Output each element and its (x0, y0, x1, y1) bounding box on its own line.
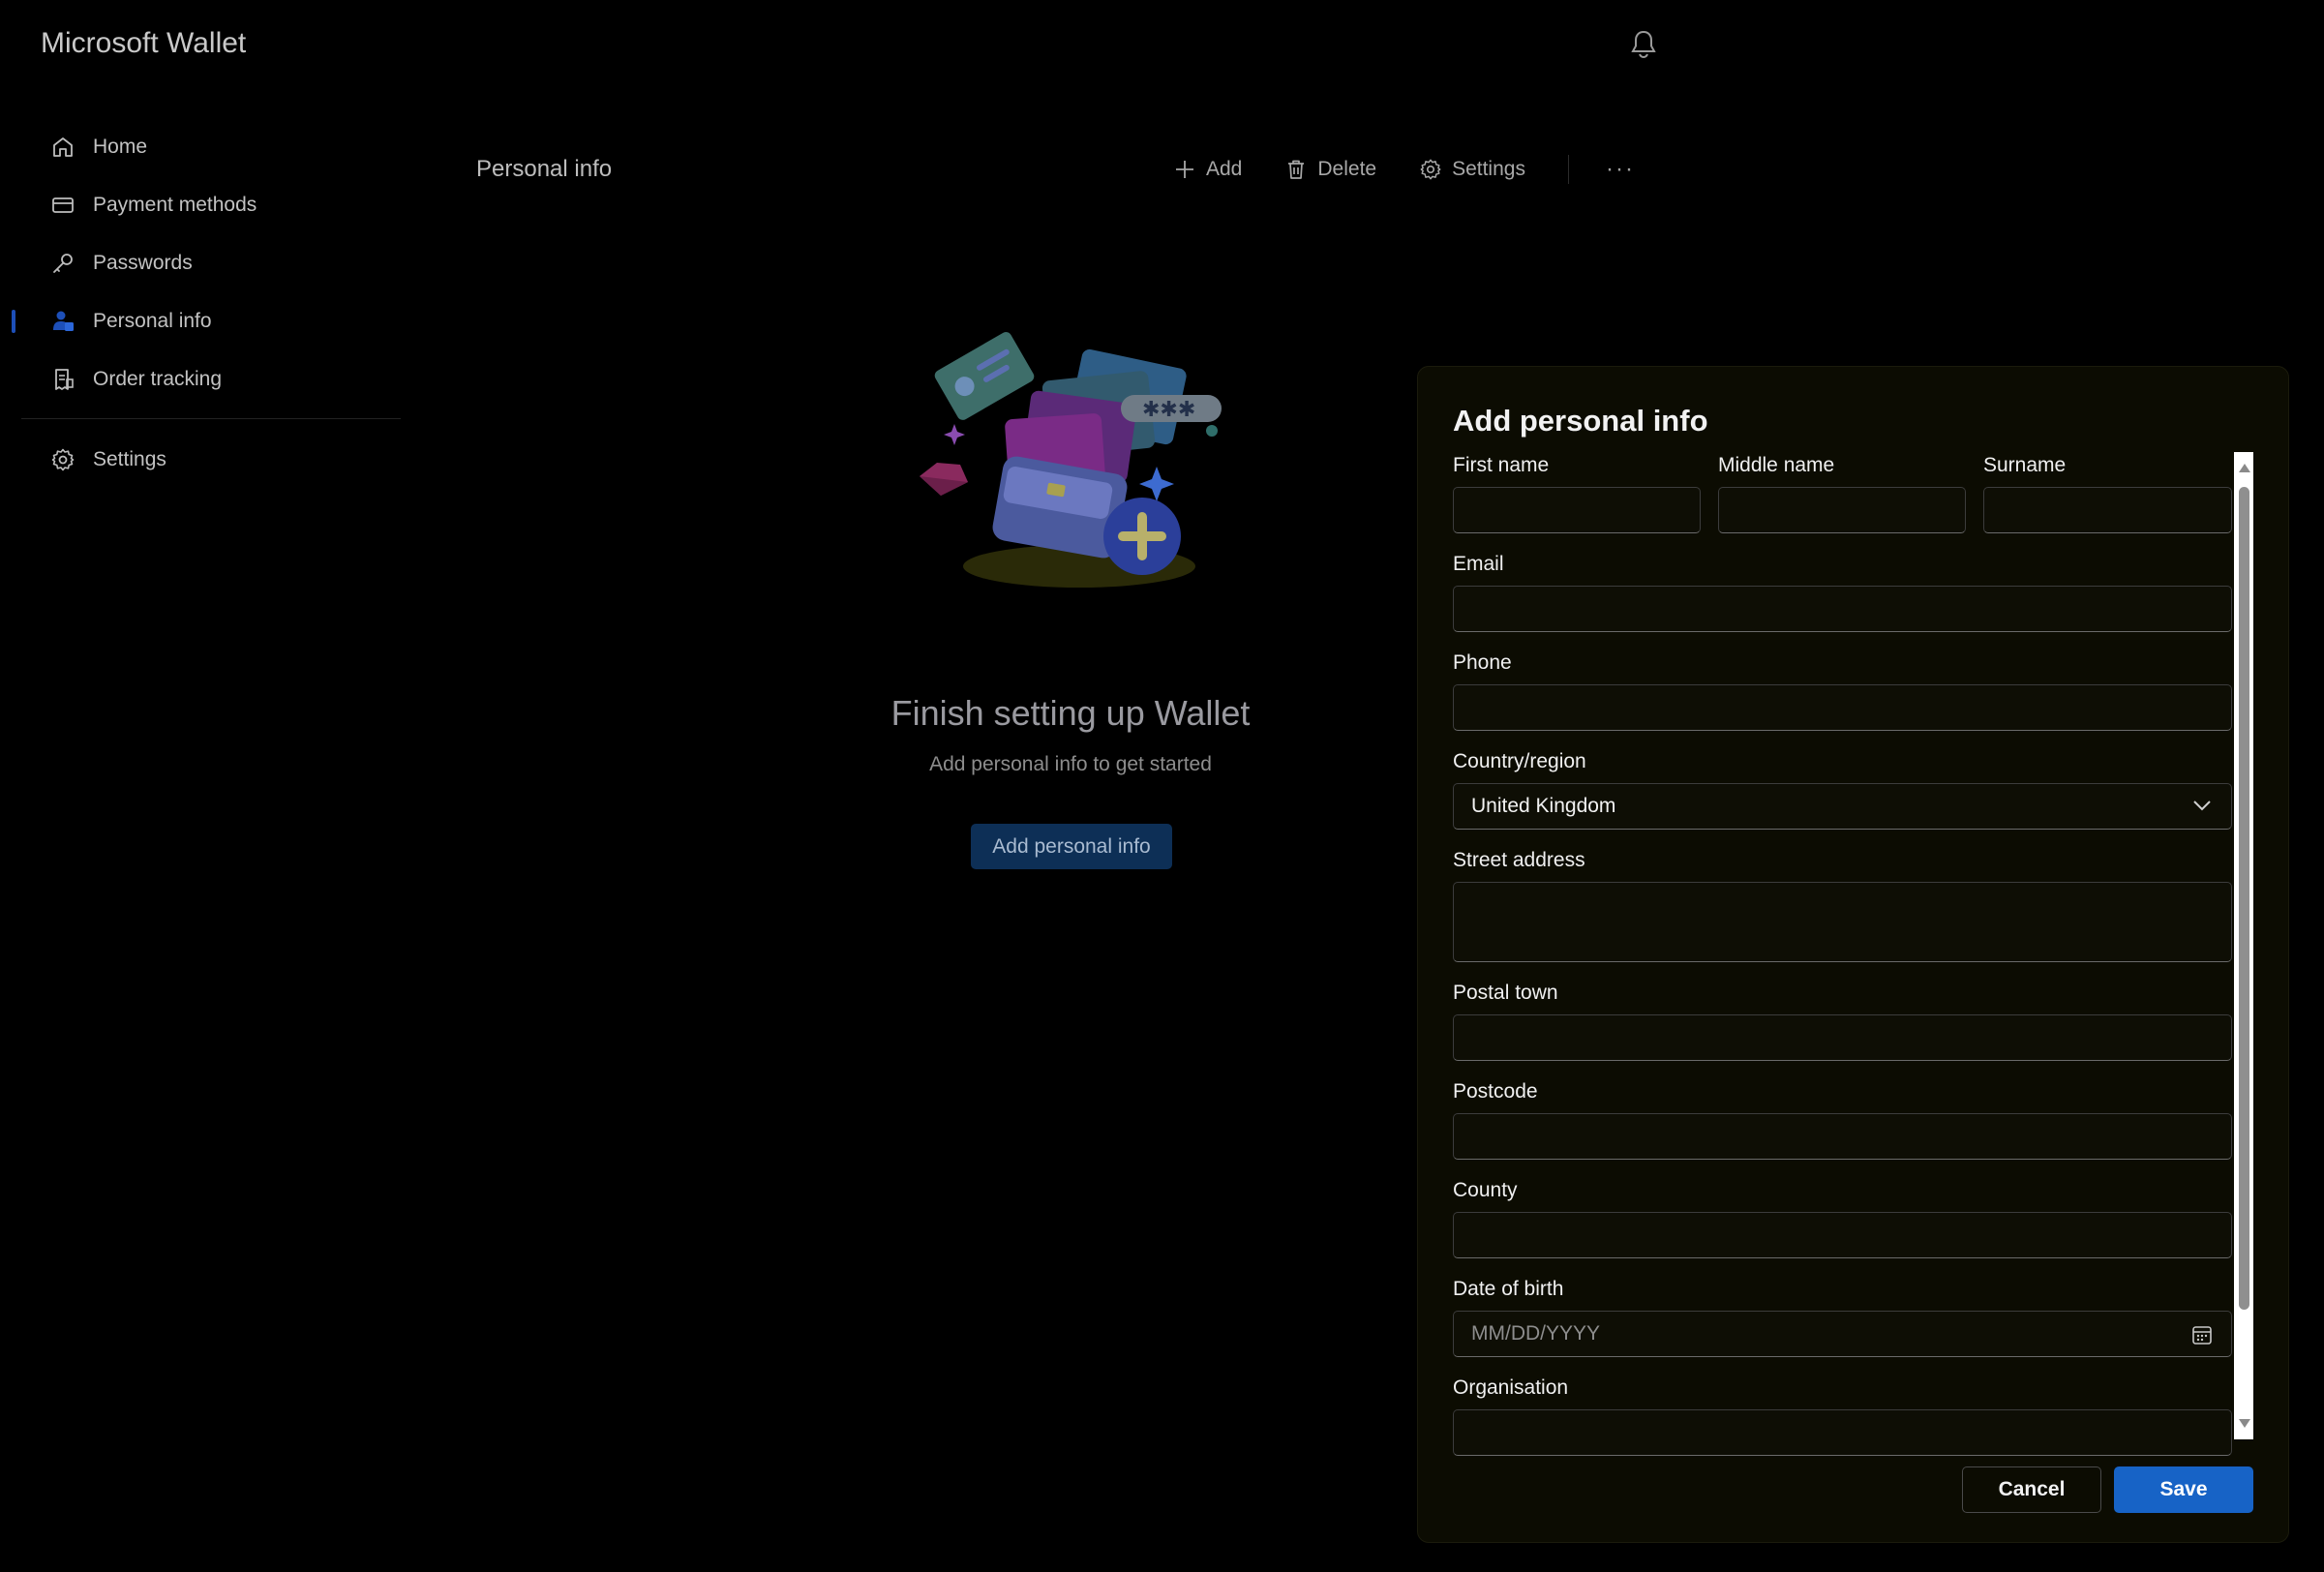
scroll-down-arrow-icon[interactable] (2239, 1419, 2250, 1428)
country-field: Country/region United Kingdom (1453, 748, 2232, 830)
street-address-input[interactable] (1453, 882, 2232, 962)
street-address-label: Street address (1453, 849, 1585, 871)
add-personal-info-dialog: Add personal info First name Middle name… (1417, 366, 2289, 1543)
phone-input[interactable] (1453, 684, 2232, 731)
dialog-scrollbar[interactable] (2234, 452, 2253, 1439)
sidebar-item-label: Home (93, 136, 148, 158)
country-label: Country/region (1453, 750, 1586, 772)
sidebar-item-personal-info[interactable]: Personal info (12, 292, 401, 350)
county-label: County (1453, 1179, 1518, 1201)
credit-card-icon (50, 193, 75, 218)
wallet-illustration: ✱✱✱ (900, 319, 1249, 610)
dialog-title: Add personal info (1453, 404, 1708, 438)
gear-icon (1420, 159, 1441, 180)
country-select[interactable]: United Kingdom (1453, 783, 2232, 830)
postcode-label: Postcode (1453, 1080, 1538, 1103)
receipt-icon (50, 367, 75, 392)
middle-name-input[interactable] (1718, 487, 1966, 533)
surname-field: Surname (1983, 452, 2232, 533)
home-icon (50, 135, 75, 160)
middle-name-field: Middle name (1718, 452, 1966, 533)
dialog-footer: Cancel Save (1418, 1463, 2290, 1544)
sidebar-divider (21, 418, 401, 419)
person-icon (50, 309, 75, 334)
save-button[interactable]: Save (2114, 1466, 2253, 1513)
date-of-birth-placeholder: MM/DD/YYYY (1471, 1322, 1601, 1345)
postal-town-input[interactable] (1453, 1014, 2232, 1061)
phone-field: Phone (1453, 650, 2232, 731)
sidebar-item-home[interactable]: Home (21, 118, 401, 176)
sidebar-item-settings[interactable]: Settings (21, 431, 401, 489)
street-address-field: Street address (1453, 847, 2232, 962)
county-input[interactable] (1453, 1212, 2232, 1258)
organisation-input[interactable] (1453, 1409, 2232, 1456)
settings-label: Settings (1452, 158, 1525, 180)
sidebar-item-label: Payment methods (93, 194, 257, 216)
date-of-birth-field: Date of birth MM/DD/YYYY (1453, 1276, 2232, 1357)
app-title: Microsoft Wallet (41, 27, 247, 59)
cancel-button[interactable]: Cancel (1962, 1466, 2101, 1513)
add-button[interactable]: Add (1173, 158, 1242, 181)
empty-state-title: Finish setting up Wallet (890, 693, 1251, 733)
date-of-birth-label: Date of birth (1453, 1278, 1564, 1300)
phone-label: Phone (1453, 651, 1512, 674)
delete-label: Delete (1317, 158, 1377, 180)
country-value: United Kingdom (1471, 795, 1616, 817)
delete-button[interactable]: Delete (1284, 158, 1376, 181)
postcode-input[interactable] (1453, 1113, 2232, 1160)
command-separator (1567, 155, 1569, 184)
email-input[interactable] (1453, 586, 2232, 632)
surname-label: Surname (1983, 454, 2067, 476)
scrollbar-thumb[interactable] (2239, 487, 2249, 1310)
postal-town-label: Postal town (1453, 982, 1558, 1004)
postal-town-field: Postal town (1453, 980, 2232, 1061)
settings-button[interactable]: Settings (1419, 158, 1525, 181)
calendar-icon[interactable] (2190, 1323, 2214, 1346)
svg-text:✱✱✱: ✱✱✱ (1142, 398, 1195, 422)
sidebar-nav: Home Payment methods Passwords Personal … (12, 118, 401, 489)
date-of-birth-input[interactable]: MM/DD/YYYY (1453, 1311, 2232, 1357)
organisation-field: Organisation (1453, 1375, 2232, 1456)
empty-state-subtitle: Add personal info to get started (929, 753, 1212, 775)
organisation-label: Organisation (1453, 1376, 1569, 1399)
email-field: Email (1453, 551, 2232, 632)
sidebar-item-payment-methods[interactable]: Payment methods (21, 176, 401, 234)
more-options-button[interactable]: ··· (1606, 156, 1635, 183)
county-field: County (1453, 1177, 2232, 1258)
sidebar-item-passwords[interactable]: Passwords (21, 234, 401, 292)
sidebar-item-order-tracking[interactable]: Order tracking (21, 350, 401, 408)
page-title: Personal info (476, 156, 613, 182)
first-name-label: First name (1453, 454, 1550, 476)
sidebar-item-label: Order tracking (93, 368, 223, 390)
add-personal-info-button[interactable]: Add personal info (971, 824, 1172, 869)
surname-input[interactable] (1983, 487, 2232, 533)
email-label: Email (1453, 553, 1504, 575)
gear-icon (50, 447, 75, 472)
dialog-form: First name Middle name Surname Email Pho… (1453, 452, 2234, 1459)
postcode-field: Postcode (1453, 1078, 2232, 1160)
add-label: Add (1206, 158, 1243, 180)
notifications-bell-icon[interactable] (1630, 29, 1657, 60)
chevron-down-icon (2193, 801, 2211, 811)
sidebar-item-label: Settings (93, 448, 166, 470)
plus-icon (1176, 161, 1193, 178)
key-icon (50, 251, 75, 276)
first-name-input[interactable] (1453, 487, 1701, 533)
scroll-up-arrow-icon[interactable] (2239, 464, 2250, 472)
middle-name-label: Middle name (1718, 454, 1835, 476)
command-bar: Personal info Add Delete Settings ··· (476, 147, 1657, 192)
trash-icon (1288, 160, 1305, 179)
sidebar-item-label: Passwords (93, 252, 193, 274)
sidebar-item-label: Personal info (93, 310, 212, 332)
first-name-field: First name (1453, 452, 1701, 533)
